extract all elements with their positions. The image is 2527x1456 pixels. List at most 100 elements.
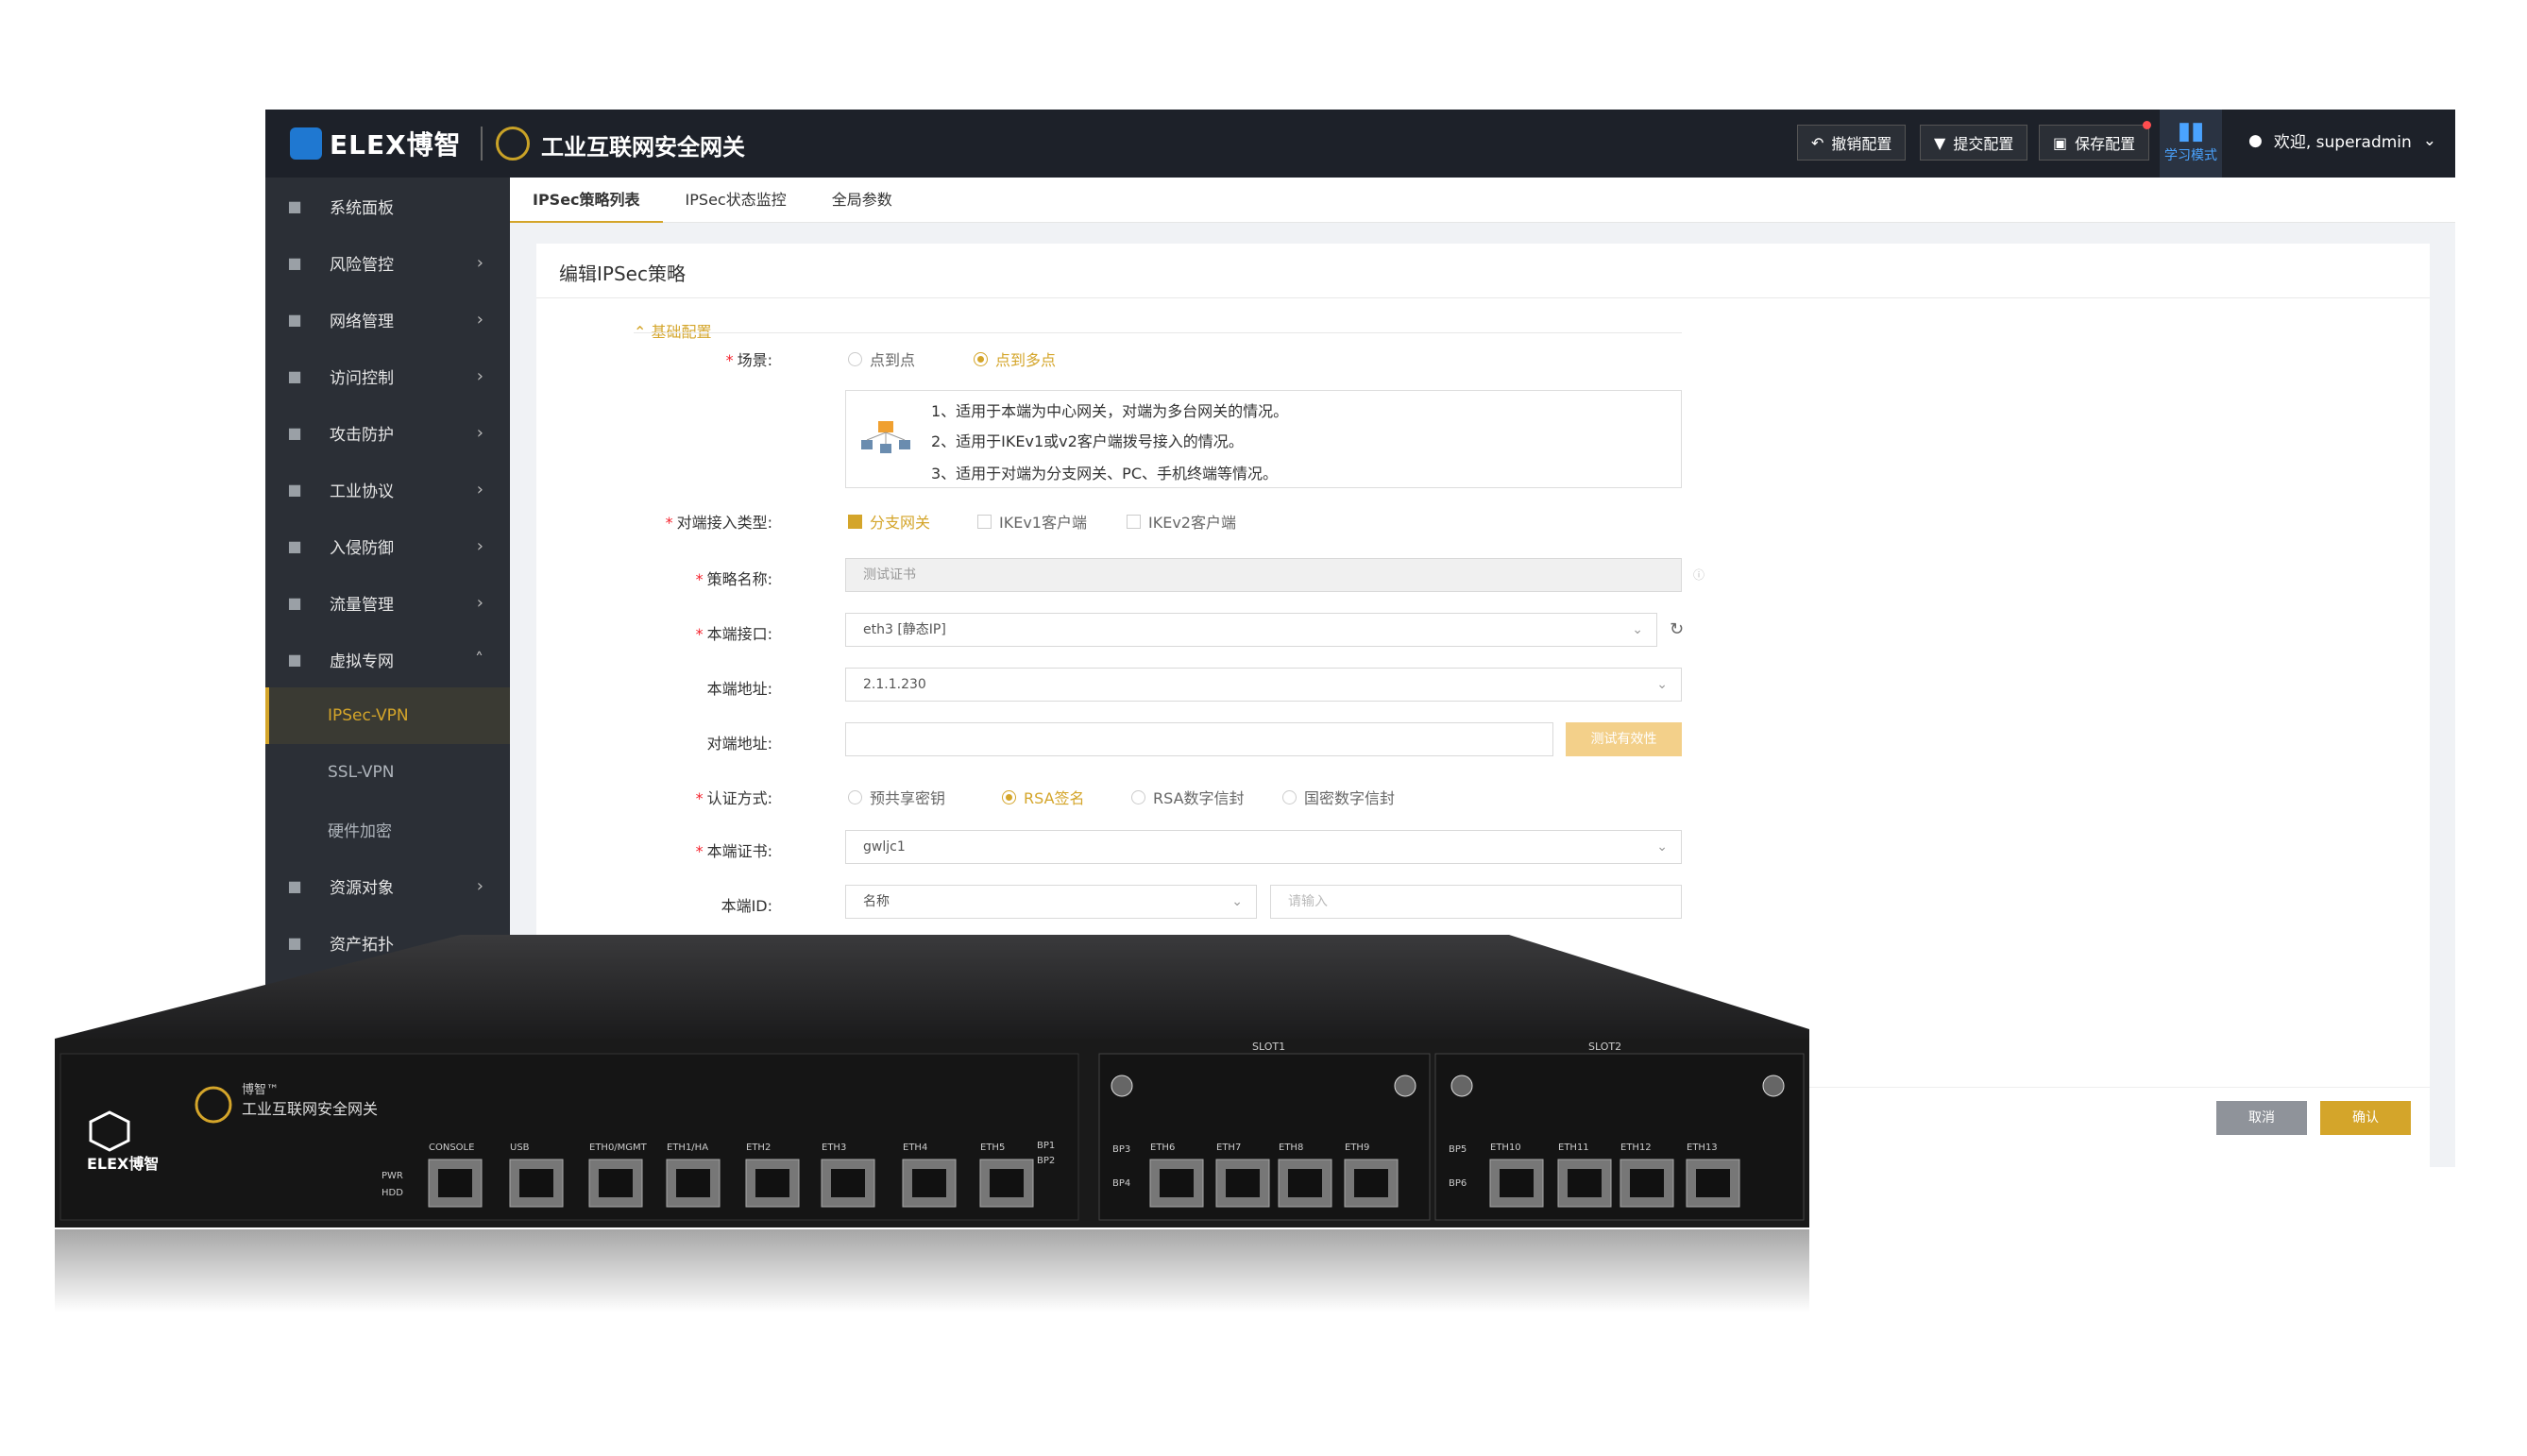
sub-label: IPSec-VPN [328, 706, 409, 725]
intrusion-icon: ■ [287, 536, 302, 555]
select-value: 2.1.1.230 [863, 677, 926, 692]
auth-method-label: * 认证方式: [695, 789, 772, 807]
sidebar-item-label: 攻击防护 [330, 425, 394, 445]
auth-rsa-sign-radio[interactable]: RSA签名 [1002, 786, 1085, 808]
tab-ipsec-status[interactable]: IPSec状态监控 [663, 178, 809, 223]
sidebar-item-label: 资源对象 [330, 878, 394, 898]
user-icon: ● [2248, 130, 2263, 150]
sidebar-item-0[interactable]: ■ 系统面板 [265, 178, 510, 234]
chevron-icon: ˄ [475, 649, 483, 669]
page-title: 编辑IPSec策略 [559, 262, 686, 285]
sidebar-sub-ipsec[interactable]: IPSec-VPN [265, 687, 510, 744]
chevron-icon: › [476, 252, 483, 273]
sidebar-item-1[interactable]: ■ 风险管控 › [265, 234, 510, 291]
local-interface-select[interactable]: eth3 [静态IP] ⌄ [845, 613, 1657, 647]
local-id-type-select[interactable]: 名称 ⌄ [845, 885, 1257, 919]
peer-ikev1-checkbox[interactable]: IKEv1客户端 [977, 510, 1087, 533]
product-title: 工业互联网安全网关 [541, 134, 745, 161]
desc-line: 1、适用于本端为中心网关，对端为多台网关的情况。 [931, 402, 1289, 420]
gateway-device-photo: ELEX博智 博智™ 工业互联网安全网关 CONSOLE USB ETH0/MGMT… [55, 935, 1809, 1312]
test-validity-button[interactable]: 测试有效性 [1566, 722, 1682, 756]
thumb-screw-icon [1762, 1075, 1785, 1097]
rj45-port-socket [755, 1169, 789, 1197]
sub-label: SSL-VPN [328, 763, 395, 782]
cancel-button[interactable]: 取消 [2216, 1101, 2307, 1135]
save-icon: ▣ [2053, 133, 2068, 152]
auth-sm-envelope-radio[interactable]: 国密数字信封 [1282, 786, 1395, 808]
local-cert-select[interactable]: gwljc1 ⌄ [845, 830, 1682, 864]
rj45-port-socket [1160, 1169, 1194, 1197]
sidebar-more-0[interactable]: ■ 资源对象 › [265, 857, 510, 914]
sidebar-item-3[interactable]: ■ 访问控制 › [265, 347, 510, 404]
save-config-button[interactable]: ▣ 保存配置 [2039, 125, 2150, 161]
chevron-down-icon: ⌄ [1632, 622, 1643, 637]
slot-label: SLOT2 [1588, 1041, 1621, 1053]
confirm-button[interactable]: 确认 [2320, 1101, 2411, 1135]
save-label: 保存配置 [2075, 135, 2136, 153]
port-label: ETH3 [822, 1143, 846, 1153]
rj45-port-socket [1500, 1169, 1534, 1197]
learn-mode-button[interactable]: ▮▮ 学习模式 [2160, 110, 2222, 178]
help-icon[interactable]: ⓘ [1693, 567, 1704, 583]
rj45-port-socket [1226, 1169, 1260, 1197]
tab-global-params[interactable]: 全局参数 [809, 178, 915, 223]
slot-label: SLOT1 [1252, 1041, 1285, 1053]
refresh-icon[interactable]: ↻ [1670, 619, 1684, 639]
elex-logo-mark-icon [290, 127, 322, 160]
auth-rsa-envelope-radio[interactable]: RSA数字信封 [1131, 786, 1245, 808]
local-id-input[interactable]: 请输入 [1270, 885, 1682, 919]
undo-config-button[interactable]: ↶ 撤销配置 [1797, 125, 1907, 161]
sidebar-sub-sslvpn[interactable]: SSL-VPN [265, 744, 510, 801]
port-label: ETH1/HA [667, 1143, 708, 1153]
local-address-select[interactable]: 2.1.1.230 ⌄ [845, 668, 1682, 702]
rj45-port-socket [1630, 1169, 1664, 1197]
tab-ipsec-policy-list[interactable]: IPSec策略列表 [510, 178, 663, 223]
network-diagram-icon [861, 421, 910, 453]
submit-config-button[interactable]: ▼ 提交配置 [1920, 125, 2028, 161]
network-icon: ■ [287, 310, 302, 329]
port-label: USB [510, 1143, 530, 1153]
sidebar-item-4[interactable]: ■ 攻击防护 › [265, 404, 510, 461]
thumb-screw-icon [1111, 1075, 1133, 1097]
sidebar-item-2[interactable]: ■ 网络管理 › [265, 291, 510, 347]
peer-branch-checkbox[interactable]: 分支网关 [848, 510, 930, 533]
sidebar-item-7[interactable]: ■ 流量管理 › [265, 574, 510, 631]
sidebar-sub-hwcrypto[interactable]: 硬件加密 [265, 801, 510, 857]
thumb-screw-icon [1394, 1075, 1416, 1097]
scene-p2p-radio[interactable]: 点到点 [848, 347, 915, 370]
submit-label: 提交配置 [1953, 135, 2014, 153]
device-product-text: 工业互联网安全网关 [242, 1100, 378, 1118]
device-tm-text: 博智™ [242, 1083, 279, 1097]
port-label: ETH10 [1490, 1143, 1521, 1153]
policy-name-input[interactable]: 测试证书 [845, 558, 1682, 592]
sub-label: 硬件加密 [328, 821, 392, 841]
peer-ikev2-checkbox[interactable]: IKEv2客户端 [1127, 510, 1236, 533]
divider [634, 332, 1682, 333]
peer-address-label: 对端地址: [706, 735, 772, 753]
sidebar-item-5[interactable]: ■ 工业协议 › [265, 461, 510, 517]
sidebar-item-8[interactable]: ■ 虚拟专网 ˄ [265, 631, 510, 687]
section-basic[interactable]: ⌃ 基础配置 [634, 319, 712, 342]
sidebar-item-6[interactable]: ■ 入侵防御 › [265, 517, 510, 574]
product-hex-icon [496, 127, 530, 161]
scene-p2mp-radio[interactable]: 点到多点 [974, 347, 1056, 370]
user-menu[interactable]: ● 欢迎, superadmin ⌄ [2248, 128, 2437, 153]
auth-psk-radio[interactable]: 预共享密钥 [848, 786, 945, 808]
desc-line: 2、适用于IKEv1或v2客户端拨号接入的情况。 [931, 432, 1244, 450]
peer-address-input[interactable] [845, 722, 1553, 756]
local-interface-label: * 本端接口: [695, 625, 772, 643]
select-value: gwljc1 [863, 839, 906, 855]
device-top-cover [55, 935, 1809, 1039]
welcome-text: 欢迎, superadmin [2273, 133, 2412, 152]
rj45-port-socket [1696, 1169, 1730, 1197]
device-reflection [55, 1229, 1809, 1312]
bp-label: BP2 [1037, 1156, 1055, 1166]
rj45-port-socket [438, 1169, 472, 1197]
port-label: ETH11 [1558, 1143, 1589, 1153]
led-label: HDD [382, 1188, 403, 1198]
chevron-down-icon: ⌄ [2422, 130, 2437, 150]
port-label: ETH12 [1620, 1143, 1652, 1153]
bp-label: BP1 [1037, 1141, 1055, 1151]
chevron-down-icon: ⌄ [1656, 839, 1668, 855]
rj45-port-socket [676, 1169, 710, 1197]
